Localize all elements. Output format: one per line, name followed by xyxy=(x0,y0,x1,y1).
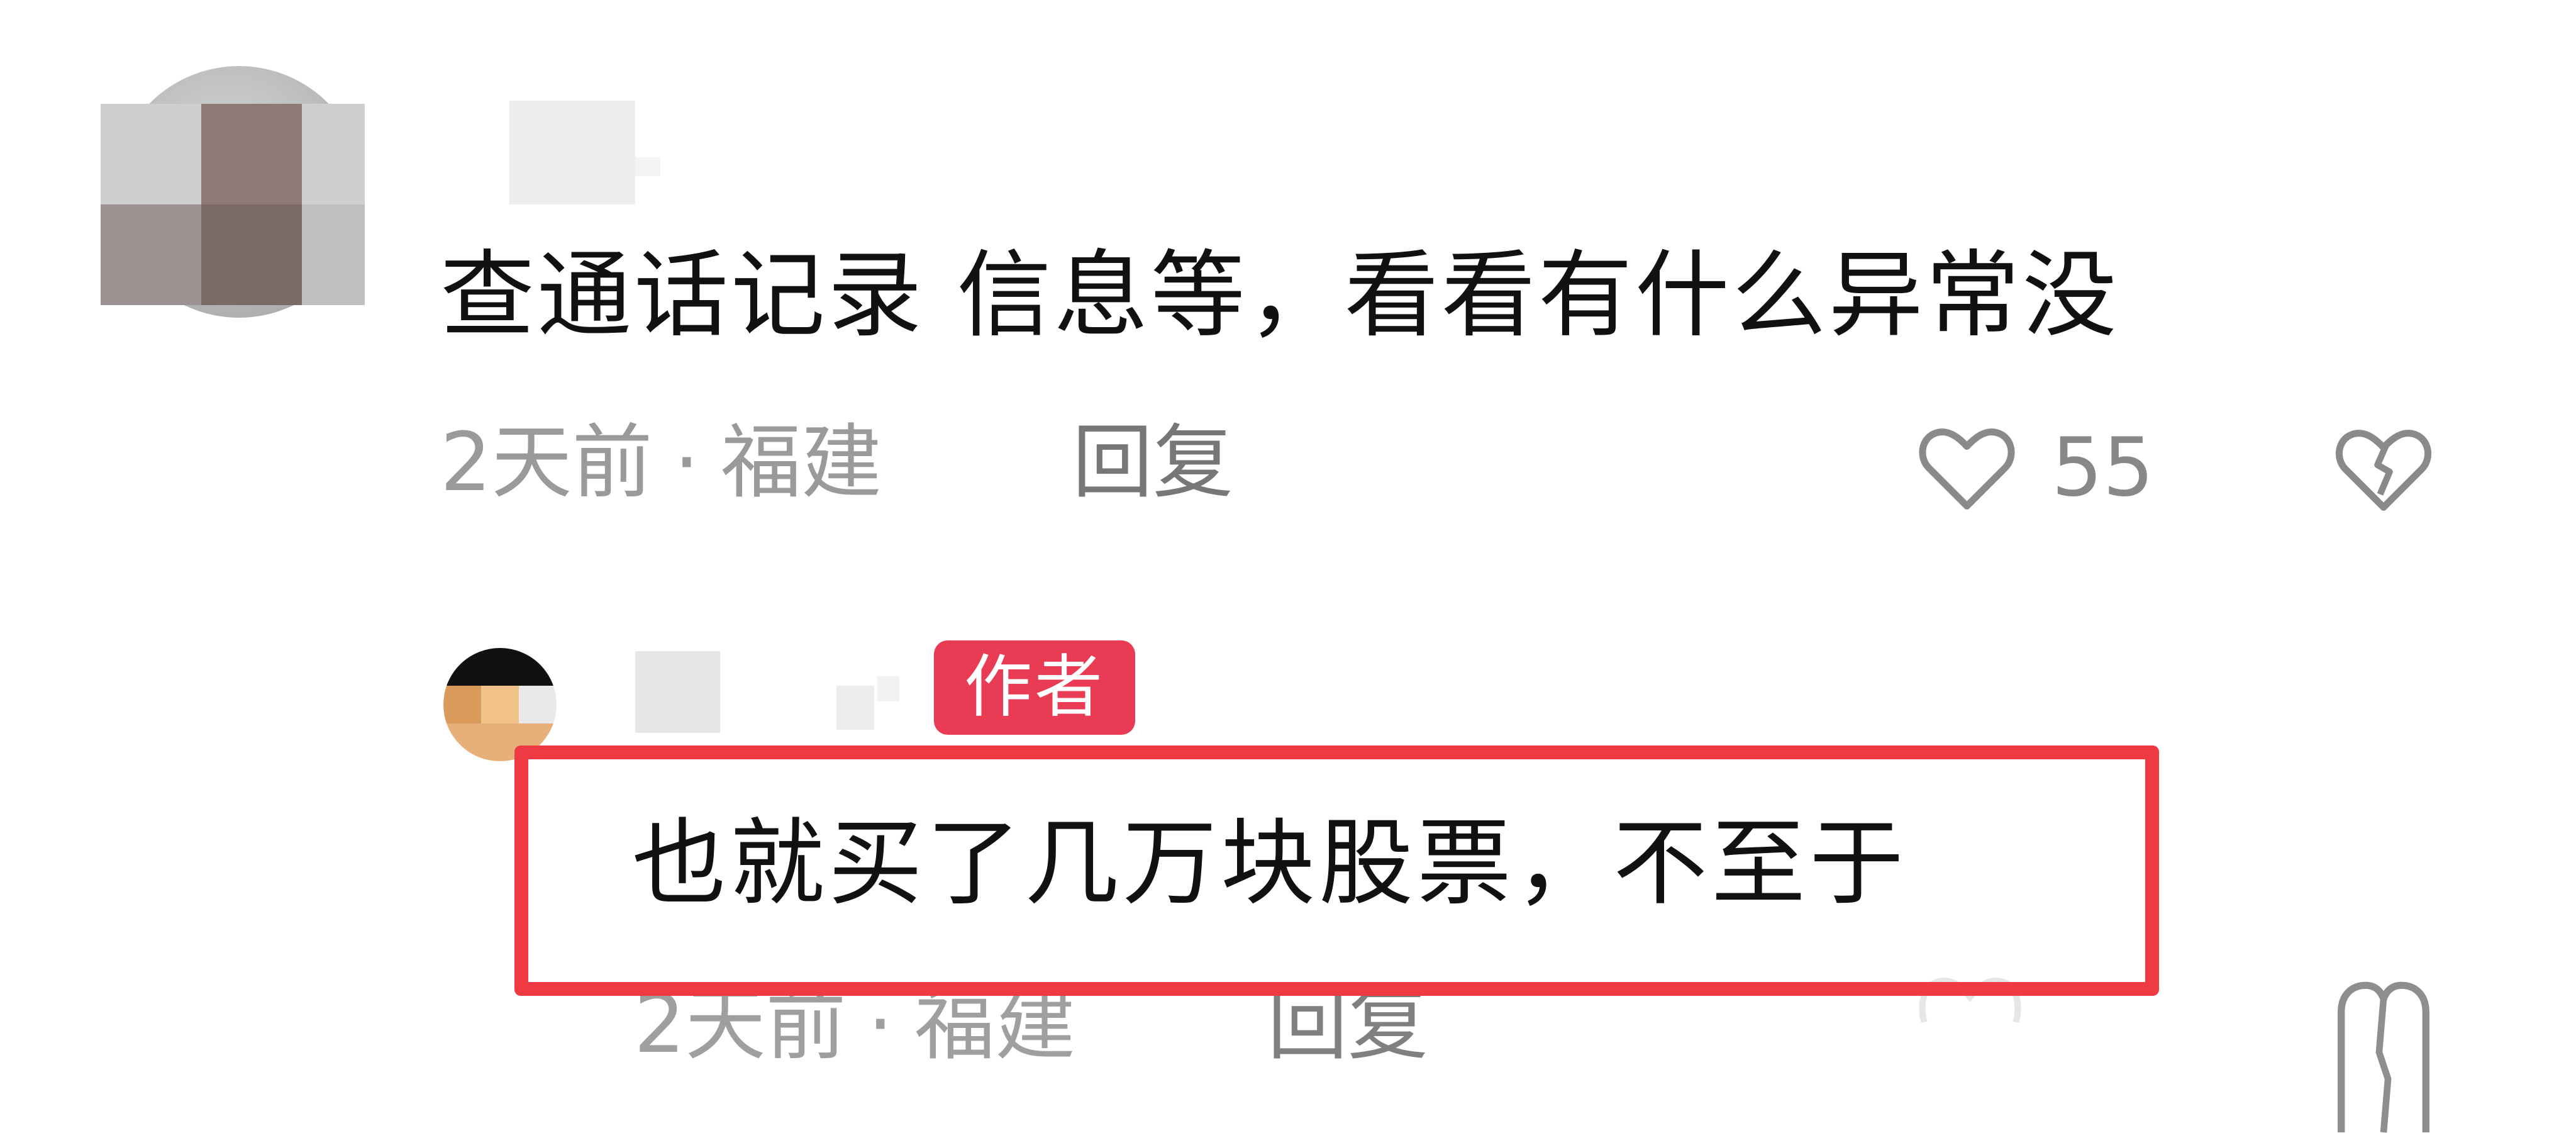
broken-heart-icon[interactable] xyxy=(2330,416,2437,520)
heart-outline-icon[interactable] xyxy=(1912,415,2022,519)
broken-heart-icon[interactable] xyxy=(2330,972,2437,1133)
avatar-mosaic xyxy=(519,686,557,723)
avatar-mosaic xyxy=(302,204,365,305)
comment-time: 2天前 xyxy=(440,416,653,510)
author-badge: 作者 xyxy=(934,640,1135,735)
avatar-mosaic xyxy=(201,204,302,305)
reply-button[interactable]: 回复 xyxy=(1072,423,1233,503)
avatar-mosaic xyxy=(443,648,557,686)
commenter-name-redacted xyxy=(635,157,660,176)
avatar-mosaic xyxy=(101,204,201,305)
meta-separator: · xyxy=(674,416,700,510)
author-name-redacted xyxy=(877,676,899,701)
author-name-redacted xyxy=(836,686,874,730)
comment-meta: 2天前 · 福建 xyxy=(440,423,882,503)
author-name-redacted[interactable] xyxy=(635,651,720,733)
commenter-name-redacted[interactable] xyxy=(509,101,635,204)
meta-separator: · xyxy=(867,978,894,1071)
avatar-mosaic xyxy=(101,104,201,204)
avatar-mosaic xyxy=(443,686,481,723)
reply-button[interactable]: 回复 xyxy=(1267,985,1428,1065)
avatar-mosaic xyxy=(302,104,365,204)
avatar-mosaic xyxy=(201,104,302,204)
commenter-avatar[interactable] xyxy=(101,66,365,318)
avatar-mosaic xyxy=(481,686,519,723)
comment-location: 福建 xyxy=(721,416,882,510)
comment-text: 查通话记录 信息等，看看有什么异常没 xyxy=(440,241,2119,350)
highlight-box xyxy=(514,745,2159,996)
author-avatar[interactable] xyxy=(443,648,557,761)
like-count: 55 xyxy=(2051,421,2154,515)
reply-meta: 2天前 · 福建 xyxy=(634,985,1075,1065)
